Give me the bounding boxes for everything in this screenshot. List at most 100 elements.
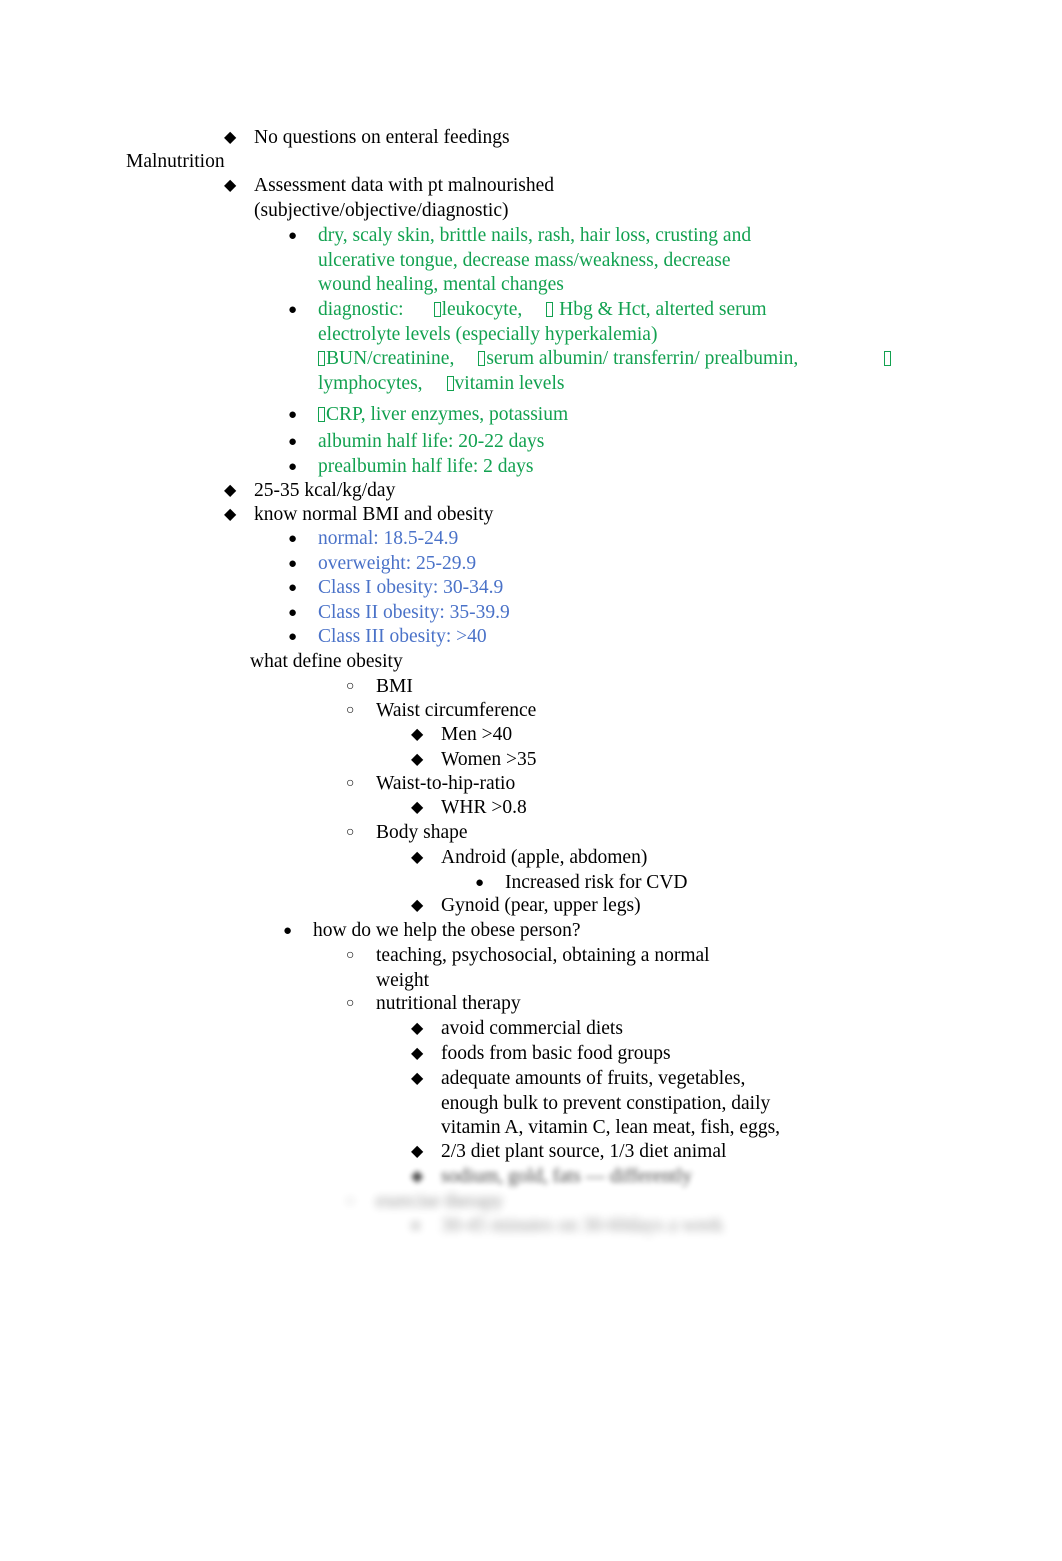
- list-item: ● Class III obesity: >40: [288, 625, 848, 650]
- teaching-line-2: weight: [376, 969, 430, 991]
- list-item: ● overweight: 25-29.9: [288, 552, 848, 577]
- hollow-circle-bullet-icon: ○: [346, 948, 355, 963]
- list-item-label: diagnostic: leukocyte, Hbg & Hct, alterte…: [318, 298, 988, 396]
- adequate-line-3: vitamin A, vitamin C, lean meat, fish, e…: [441, 1117, 781, 1139]
- missing-glyph-icon: [446, 375, 454, 391]
- list-item: ○ Waist-to-hip-ratio: [346, 772, 906, 797]
- diamond-bullet-icon: ◆: [411, 751, 424, 768]
- diamond-bullet-icon: ◆: [411, 1045, 424, 1062]
- faded-list-item-label: 30-45 minutes on 30-60days a week: [441, 1215, 724, 1236]
- missing-glyph-icon: [546, 302, 554, 317]
- list-item-label: 25-35 kcal/kg/day: [254, 480, 396, 501]
- list-item-label: know normal BMI and obesity: [254, 504, 494, 525]
- diagnostic-hbg-hct: Hbg & Hct, alterted serum: [559, 299, 767, 320]
- faded-list-item: ○ exercise therapy: [346, 1190, 906, 1215]
- assessment-line-2: (subjective/objective/diagnostic): [254, 199, 509, 221]
- filled-circle-bullet-icon: ●: [288, 228, 298, 244]
- filled-circle-bullet-icon: ●: [288, 629, 298, 645]
- diamond-bullet-icon: ◆: [411, 799, 424, 816]
- filled-circle-bullet-icon: ●: [288, 556, 298, 572]
- teaching-line-1: teaching, psychosocial, obtaining a norm…: [376, 945, 710, 966]
- signs-line-1: dry, scaly skin, brittle nails, rash, ha…: [318, 225, 752, 246]
- list-item: ◆ Women >35: [411, 748, 971, 773]
- list-item-label: Increased risk for CVD: [505, 872, 688, 893]
- assessment-line-1: Assessment data with pt malnourished: [254, 175, 555, 196]
- list-item: ◆ Men >40: [411, 723, 971, 748]
- list-item-label: adequate amounts of fruits, vegetables, e…: [441, 1067, 831, 1141]
- list-item-label: foods from basic food groups: [441, 1043, 671, 1064]
- diagnostic-lymphocytes: lymphocytes,: [318, 372, 423, 394]
- faded-list-item: ◆ sodium, gold, fats — differently: [411, 1165, 971, 1190]
- faded-list-item: ● 30-45 minutes on 30-60days a week: [411, 1214, 971, 1239]
- list-item-label: teaching, psychosocial, obtaining a norm…: [376, 944, 816, 993]
- list-item-label: Body shape: [376, 822, 468, 843]
- list-item: ◆ No questions on enteral feedings: [224, 126, 844, 151]
- diagnostic-label: diagnostic:: [318, 299, 404, 320]
- diagnostic-vitamin: vitamin levels: [454, 372, 565, 394]
- signs-line-2: ulcerative tongue, decrease mass/weaknes…: [318, 249, 731, 271]
- filled-circle-bullet-icon: ●: [283, 923, 293, 939]
- faded-list-item-label: exercise therapy: [376, 1191, 504, 1212]
- list-item: ● Class II obesity: 35-39.9: [288, 601, 848, 626]
- diamond-bullet-icon: ◆: [224, 506, 237, 523]
- hollow-circle-bullet-icon: ○: [346, 1194, 355, 1209]
- list-item: ◆ know normal BMI and obesity: [224, 503, 784, 528]
- list-item-label: CRP, liver enzymes, potassium: [318, 403, 848, 428]
- subsection-heading: what define obesity: [250, 650, 810, 675]
- hollow-circle-bullet-icon: ○: [346, 776, 355, 791]
- diamond-bullet-icon: ◆: [224, 482, 237, 499]
- filled-circle-bullet-icon: ●: [288, 531, 298, 547]
- missing-glyph-icon: [318, 407, 325, 422]
- list-item-label: normal: 18.5-24.9: [318, 528, 459, 549]
- list-item: ◆ Assessment data with pt malnourished (s…: [224, 174, 864, 223]
- hollow-circle-bullet-icon: ○: [346, 996, 355, 1011]
- list-item-label: WHR >0.8: [441, 797, 527, 818]
- list-item-label: how do we help the obese person?: [313, 920, 581, 941]
- list-item: ● diagnostic: leukocyte, Hbg & Hct, alter…: [288, 298, 988, 396]
- list-item: ● Increased risk for CVD: [475, 871, 1035, 896]
- list-item-label: avoid commercial diets: [441, 1018, 623, 1039]
- filled-circle-bullet-icon: ●: [411, 1218, 421, 1234]
- section-heading-label: Malnutrition: [126, 151, 225, 172]
- list-item: ○ Waist circumference: [346, 699, 906, 724]
- missing-glyph-icon: [884, 351, 892, 367]
- hollow-circle-bullet-icon: ○: [346, 825, 355, 840]
- list-item-label: Waist-to-hip-ratio: [376, 773, 516, 794]
- hollow-circle-bullet-icon: ○: [346, 679, 355, 694]
- list-item-label: prealbumin half life: 2 days: [318, 456, 534, 477]
- list-item: ◆ 2/3 diet plant source, 1/3 diet animal: [411, 1140, 971, 1165]
- filled-circle-bullet-icon: ●: [288, 459, 298, 475]
- diamond-bullet-icon: ◆: [411, 726, 424, 743]
- list-item: ◆ WHR >0.8: [411, 796, 971, 821]
- list-item: ○ BMI: [346, 675, 906, 700]
- diamond-bullet-icon: ◆: [411, 897, 424, 914]
- list-item: ● albumin half life: 20-22 days: [288, 430, 848, 455]
- list-item: ○ teaching, psychosocial, obtaining a no…: [346, 944, 816, 993]
- diamond-bullet-icon: ◆: [411, 1020, 424, 1037]
- diamond-bullet-icon: ◆: [411, 849, 424, 866]
- list-item-label: albumin half life: 20-22 days: [318, 431, 545, 452]
- list-item: ● CRP, liver enzymes, potassium: [288, 403, 848, 428]
- list-item-label: No questions on enteral feedings: [254, 127, 510, 148]
- list-item: ● how do we help the obese person?: [283, 919, 843, 944]
- list-item-label: Women >35: [441, 749, 537, 770]
- adequate-line-1: adequate amounts of fruits, vegetables,: [441, 1068, 746, 1089]
- diamond-bullet-icon: ◆: [411, 1168, 424, 1185]
- list-item: ◆ Gynoid (pear, upper legs): [411, 894, 971, 919]
- diamond-bullet-icon: ◆: [411, 1070, 424, 1087]
- filled-circle-bullet-icon: ●: [288, 434, 298, 450]
- filled-circle-bullet-icon: ●: [288, 605, 298, 621]
- crp-label: CRP, liver enzymes, potassium: [326, 404, 569, 425]
- list-item: ● Class I obesity: 30-34.9: [288, 576, 848, 601]
- list-item-label: Class II obesity: 35-39.9: [318, 602, 510, 623]
- list-item-label: dry, scaly skin, brittle nails, rash, ha…: [318, 224, 848, 298]
- list-item: ◆ 25-35 kcal/kg/day: [224, 479, 784, 504]
- list-item-label: Android (apple, abdomen): [441, 847, 648, 868]
- list-item: ◆ avoid commercial diets: [411, 1017, 971, 1042]
- list-item-label: Class III obesity: >40: [318, 626, 487, 647]
- list-item-label: Gynoid (pear, upper legs): [441, 895, 641, 916]
- list-item-label: overweight: 25-29.9: [318, 553, 477, 574]
- signs-line-3: wound healing, mental changes: [318, 274, 564, 296]
- subsection-heading-label: what define obesity: [250, 651, 403, 672]
- diamond-bullet-icon: ◆: [224, 129, 237, 146]
